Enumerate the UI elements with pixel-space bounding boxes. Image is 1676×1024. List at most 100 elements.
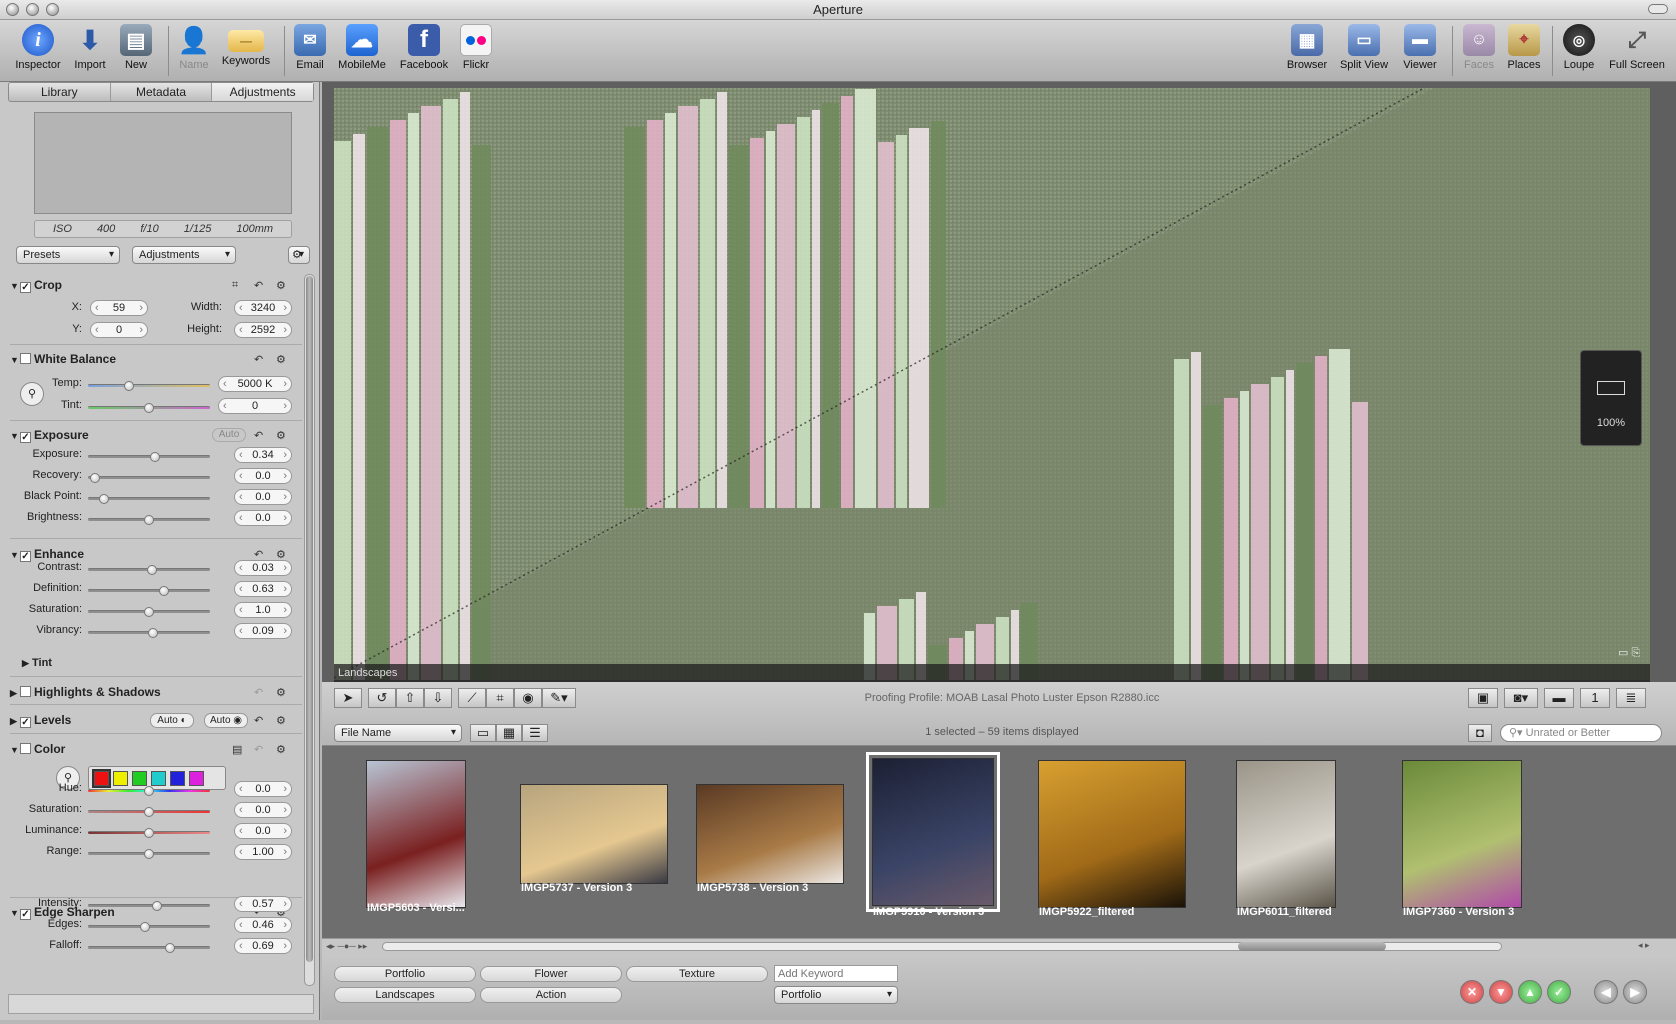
table-view-icon[interactable]: ▤ [232, 743, 242, 756]
scroll-thumb[interactable] [1238, 942, 1386, 951]
keyword-preset-popup[interactable]: Portfolio [774, 986, 898, 1004]
browser-button[interactable]: ▦ Browser [1284, 24, 1330, 80]
mobileme-button[interactable]: ☁ MobileMe [334, 24, 390, 80]
selection-tool[interactable]: ➤ [334, 688, 362, 708]
crop-tool[interactable]: ⌗ [486, 688, 514, 708]
color-value-field[interactable]: 0.0 [234, 802, 292, 818]
gear-icon[interactable]: ⚙ [276, 429, 286, 442]
presets-popup[interactable]: Presets [16, 246, 120, 264]
next-button[interactable]: ▶ [1623, 980, 1647, 1004]
gear-icon[interactable]: ⚙ [276, 714, 286, 727]
slider-knob[interactable] [144, 607, 154, 617]
color-value-field[interactable]: 0.0 [234, 823, 292, 839]
viewer-button[interactable]: ▬ Viewer [1396, 24, 1444, 80]
full-screen-button[interactable]: ⤢ Full Screen [1602, 24, 1672, 80]
tint-slider[interactable] [88, 403, 210, 413]
slider-knob[interactable] [159, 586, 169, 596]
thumbnail[interactable] [520, 784, 668, 884]
facebook-button[interactable]: f Facebook [396, 24, 452, 80]
brush-tool[interactable]: ✎▾ [542, 688, 576, 708]
thumbnail[interactable] [1236, 760, 1336, 908]
color-slider[interactable] [88, 828, 210, 838]
main-photo[interactable] [334, 88, 1650, 680]
crop-height-field[interactable]: 2592 [234, 322, 292, 338]
select-button[interactable]: ✓ [1547, 980, 1571, 1004]
gear-icon[interactable]: ⚙ [276, 279, 286, 292]
edge-slider[interactable] [88, 922, 210, 932]
sort-popup[interactable]: File Name [334, 724, 462, 742]
stamp-tool[interactable]: ⇩ [424, 688, 452, 708]
multi-view-button[interactable]: ≣ [1616, 688, 1646, 708]
crop-x-field[interactable]: 59 [90, 300, 148, 316]
crop-checkbox[interactable]: ✓ [20, 282, 31, 293]
slider-knob[interactable] [144, 786, 154, 796]
reset-icon[interactable]: ↶ [254, 353, 263, 366]
reset-icon[interactable]: ↶ [254, 714, 263, 727]
thumbnail[interactable] [696, 784, 844, 884]
inspector-scrollbar[interactable] [304, 274, 315, 986]
filmstrip-view-button[interactable]: ▭ [470, 724, 496, 742]
grid-view-button[interactable]: ▦ [496, 724, 522, 742]
reset-icon[interactable]: ↶ [254, 686, 263, 699]
edge-value-field[interactable]: 0.57 [234, 896, 292, 912]
slider-knob[interactable] [152, 901, 162, 911]
slider-knob[interactable] [148, 628, 158, 638]
thumbnail[interactable] [366, 760, 466, 908]
flickr-button[interactable]: Flickr [456, 24, 496, 80]
enhance-slider[interactable] [88, 565, 210, 575]
color-slider[interactable] [88, 807, 210, 817]
keyword-button-flower[interactable]: Flower [480, 966, 622, 982]
exposure-slider[interactable] [88, 473, 210, 483]
crop-width-field[interactable]: 3240 [234, 300, 292, 316]
previous-button[interactable]: ◀ [1594, 980, 1618, 1004]
browser-scrollbar[interactable]: ◂▸ ─●─ ▸▸ ◂ ▸ [322, 938, 1676, 954]
zoom-window-button[interactable] [46, 3, 59, 16]
keyword-button-landscapes[interactable]: Landscapes [334, 987, 476, 1003]
slider-knob[interactable] [147, 565, 157, 575]
email-button[interactable]: ✉ Email [290, 24, 330, 80]
gear-icon[interactable]: ⚙ [276, 743, 286, 756]
color-value-field[interactable]: 0.0 [234, 781, 292, 797]
import-button[interactable]: ⬇ Import [70, 24, 110, 80]
tab-adjustments[interactable]: Adjustments [212, 83, 314, 101]
exposure-slider[interactable] [88, 494, 210, 504]
red-eye-tool[interactable]: ◉ [514, 688, 542, 708]
crop-tool-icon[interactable]: ⌗ [232, 279, 238, 292]
single-view-button[interactable]: 1 [1580, 688, 1610, 708]
gear-icon[interactable]: ⚙ [276, 686, 286, 699]
decrease-rating-button[interactable]: ▼ [1489, 980, 1513, 1004]
loupe-button[interactable]: ◎ Loupe [1558, 24, 1600, 80]
color-swatch[interactable] [170, 771, 185, 786]
tab-library[interactable]: Library [9, 83, 111, 101]
import-view-button[interactable]: ▣ [1468, 688, 1498, 708]
adjustments-popup[interactable]: Adjustments [132, 246, 236, 264]
edge-value-field[interactable]: 0.69 [234, 938, 292, 954]
slider-knob[interactable] [144, 807, 154, 817]
levels-checkbox[interactable]: ✓ [20, 717, 31, 728]
new-button[interactable]: ▤ New [114, 24, 158, 80]
inspector-button[interactable]: i Inspector [10, 24, 66, 80]
tint-disclosure[interactable]: ▶ Tint [22, 657, 314, 675]
thumbnail[interactable] [1038, 760, 1186, 908]
places-button[interactable]: ⌖ Places [1502, 24, 1546, 80]
crop-y-field[interactable]: 0 [90, 322, 148, 338]
name-button[interactable]: 👤 Name [174, 24, 214, 80]
levels-auto-luminance-button[interactable]: Auto ◐ [150, 713, 194, 728]
overlay-button[interactable]: ◙▾ [1504, 688, 1538, 708]
edge-slider[interactable] [88, 901, 210, 911]
slider-knob[interactable] [144, 828, 154, 838]
add-keyword-input[interactable] [774, 965, 898, 982]
exposure-value-field[interactable]: 0.0 [234, 510, 292, 526]
slider-knob[interactable] [99, 494, 109, 504]
edge-slider[interactable] [88, 943, 210, 953]
color-checkbox[interactable] [20, 743, 31, 754]
enhance-value-field[interactable]: 0.09 [234, 623, 292, 639]
slider-knob[interactable] [150, 452, 160, 462]
slider-knob[interactable] [144, 515, 154, 525]
white-balance-checkbox[interactable] [20, 353, 31, 364]
faces-button[interactable]: ☺ Faces [1458, 24, 1500, 80]
gear-menu-button[interactable]: ⚙ [288, 246, 310, 264]
highlights-checkbox[interactable] [20, 686, 31, 697]
color-swatch[interactable] [92, 769, 111, 788]
exposure-value-field[interactable]: 0.0 [234, 468, 292, 484]
